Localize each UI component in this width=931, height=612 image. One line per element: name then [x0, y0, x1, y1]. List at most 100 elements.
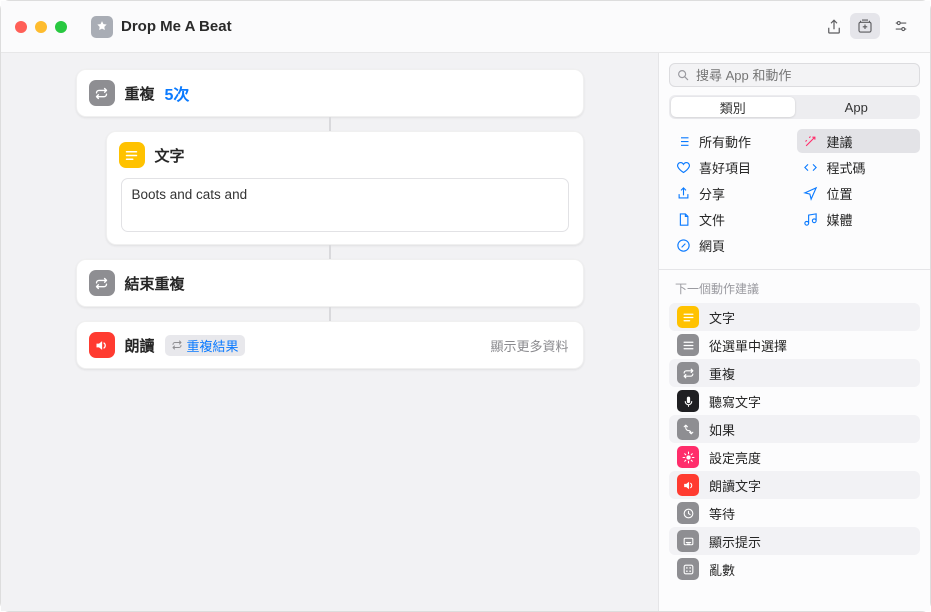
library-panel: 類別 App 所有動作 建議 喜好項目 程式碼 — [658, 53, 930, 611]
sliders-icon — [892, 17, 910, 35]
list-icon — [675, 133, 691, 149]
menu-icon — [677, 334, 699, 356]
zoom-window[interactable] — [55, 21, 67, 33]
clock-icon — [677, 502, 699, 524]
heart-icon — [675, 159, 691, 175]
action-text[interactable]: 文字 Boots and cats and — [106, 131, 584, 245]
tab-apps[interactable]: App — [795, 97, 919, 117]
cat-label: 網頁 — [699, 236, 725, 255]
code-icon — [803, 159, 819, 175]
text-action-title: 文字 — [155, 145, 185, 166]
speak-input-token[interactable]: 重複結果 — [165, 335, 245, 356]
suggestion-label: 等待 — [709, 504, 735, 523]
action-speak[interactable]: 朗讀 重複結果 顯示更多資料 — [76, 321, 584, 369]
suggestion-label: 從選單中選擇 — [709, 336, 787, 355]
suggestion-clock[interactable]: 等待 — [669, 499, 920, 527]
workflow-editor[interactable]: 重複 5次 文字 Boots and cats and — [1, 53, 658, 611]
suggestion-branch[interactable]: 如果 — [669, 415, 920, 443]
text-action-input[interactable]: Boots and cats and — [121, 178, 569, 232]
action-end-repeat[interactable]: 結束重複 — [76, 259, 584, 307]
cat-sharing[interactable]: 分享 — [669, 181, 793, 205]
suggestion-label: 聽寫文字 — [709, 392, 761, 411]
tab-categories[interactable]: 類別 — [671, 97, 795, 117]
suggestion-dice[interactable]: 亂數 — [669, 555, 920, 583]
share-cat-icon — [675, 185, 691, 201]
suggestion-label: 如果 — [709, 420, 735, 439]
cat-label: 分享 — [699, 184, 725, 203]
cat-documents[interactable]: 文件 — [669, 207, 793, 231]
show-more-button[interactable]: 顯示更多資料 — [490, 336, 568, 355]
connector-line — [329, 245, 331, 259]
suggestion-label: 朗讀文字 — [709, 476, 761, 495]
cat-label: 媒體 — [827, 210, 853, 229]
branch-icon — [677, 418, 699, 440]
cat-suggestions[interactable]: 建議 — [797, 129, 921, 153]
cat-media[interactable]: 媒體 — [797, 207, 921, 231]
action-repeat[interactable]: 重複 5次 — [76, 69, 584, 117]
cat-location[interactable]: 位置 — [797, 181, 921, 205]
share-icon — [825, 18, 843, 36]
suggestion-speak[interactable]: 朗讀文字 — [669, 471, 920, 499]
search-input[interactable] — [669, 63, 920, 87]
cat-favorites[interactable]: 喜好項目 — [669, 155, 793, 179]
dictate-icon — [677, 390, 699, 412]
suggestion-repeat[interactable]: 重複 — [669, 359, 920, 387]
suggestion-label: 設定亮度 — [709, 448, 761, 467]
suggestion-list: 文字從選單中選擇重複聽寫文字如果設定亮度朗讀文字等待顯示提示亂數 — [659, 303, 930, 611]
library-icon — [856, 17, 874, 35]
dice-icon — [677, 558, 699, 580]
repeat-icon — [677, 362, 699, 384]
titlebar: Drop Me A Beat — [1, 1, 930, 53]
window-controls — [15, 21, 67, 33]
suggestion-label: 亂數 — [709, 560, 735, 579]
repeat-end-icon — [89, 270, 115, 296]
cat-web[interactable]: 網頁 — [669, 233, 793, 257]
suggestion-text[interactable]: 文字 — [669, 303, 920, 331]
suggestion-label: 重複 — [709, 364, 735, 383]
search-icon — [676, 68, 690, 82]
wand-icon — [803, 133, 819, 149]
suggestion-label: 顯示提示 — [709, 532, 761, 551]
panel-tab-segment: 類別 App — [669, 95, 920, 119]
suggestion-alert[interactable]: 顯示提示 — [669, 527, 920, 555]
brightness-icon — [677, 446, 699, 468]
alert-icon — [677, 530, 699, 552]
speak-label: 朗讀 — [125, 335, 155, 356]
doc-icon — [675, 211, 691, 227]
location-icon — [803, 185, 819, 201]
library-toggle[interactable] — [850, 13, 880, 39]
connector-line — [329, 307, 331, 321]
close-window[interactable] — [15, 21, 27, 33]
cat-label: 程式碼 — [827, 158, 866, 177]
cat-label: 文件 — [699, 210, 725, 229]
suggestions-header: 下一個動作建議 — [659, 272, 930, 303]
cat-scripting[interactable]: 程式碼 — [797, 155, 921, 179]
category-grid: 所有動作 建議 喜好項目 程式碼 分享 位置 — [659, 129, 930, 265]
repeat-count[interactable]: 5次 — [165, 81, 190, 105]
text-icon — [119, 142, 145, 168]
cat-all-actions[interactable]: 所有動作 — [669, 129, 793, 153]
token-repeat-icon — [171, 339, 183, 351]
panel-settings-button[interactable] — [886, 13, 916, 39]
cat-label: 建議 — [827, 132, 853, 151]
suggestion-label: 文字 — [709, 308, 735, 327]
cat-label: 位置 — [827, 184, 853, 203]
suggestion-dictate[interactable]: 聽寫文字 — [669, 387, 920, 415]
search-field-wrap — [669, 63, 920, 87]
cat-label: 所有動作 — [699, 132, 751, 151]
share-button[interactable] — [816, 13, 852, 41]
shortcut-tile-icon — [91, 16, 113, 38]
suggestion-brightness[interactable]: 設定亮度 — [669, 443, 920, 471]
speak-icon — [677, 474, 699, 496]
repeat-label: 重複 — [125, 83, 155, 104]
media-icon — [803, 211, 819, 227]
suggestion-menu[interactable]: 從選單中選擇 — [669, 331, 920, 359]
end-repeat-label: 結束重複 — [125, 273, 185, 294]
minimize-window[interactable] — [35, 21, 47, 33]
connector-line — [329, 117, 331, 131]
repeat-icon — [89, 80, 115, 106]
panel-divider — [659, 269, 930, 270]
speak-token-label: 重複結果 — [187, 336, 239, 355]
safari-icon — [675, 237, 691, 253]
cat-label: 喜好項目 — [699, 158, 751, 177]
